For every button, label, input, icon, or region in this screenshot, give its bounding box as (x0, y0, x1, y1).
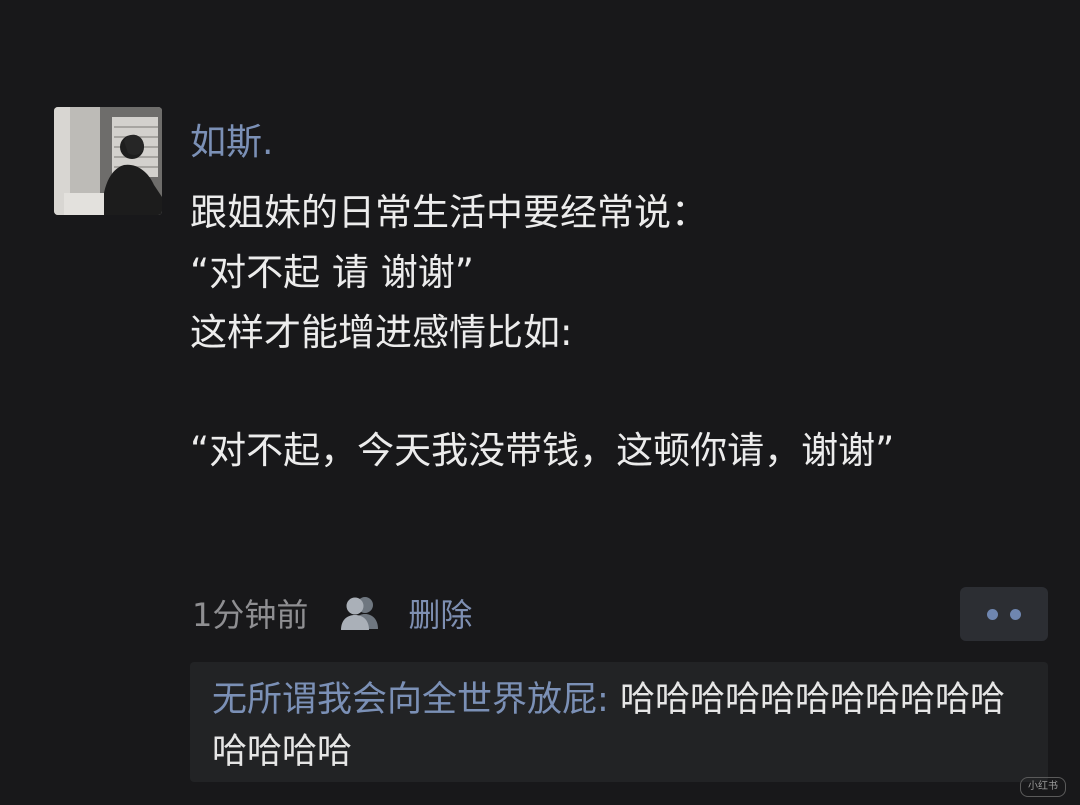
avatar-photo (54, 107, 162, 215)
content-blank-line (190, 363, 1020, 421)
post-meta: 1分钟前 删除 (192, 588, 472, 638)
post-time: 1分钟前 (192, 596, 309, 634)
post-content: 跟姐妹的日常生活中要经常说： “对不起 请 谢谢” 这样才能增进感情比如: “对… (190, 183, 1020, 481)
avatar[interactable] (54, 107, 162, 215)
commenter-separator: : (597, 680, 620, 720)
commenter-name[interactable]: 无所谓我会向全世界放屁 (212, 680, 597, 720)
content-line: 跟姐妹的日常生活中要经常说： (190, 191, 708, 234)
author-name[interactable]: 如斯. (190, 118, 273, 168)
comment-item[interactable]: 无所谓我会向全世界放屁: 哈哈哈哈哈哈哈哈哈哈哈哈哈哈哈 (212, 674, 1012, 778)
delete-link[interactable]: 删除 (408, 590, 472, 636)
content-line: “对不起 请 谢谢” (190, 251, 474, 294)
watermark-label: 小红书 (1020, 777, 1066, 797)
more-dots-icon (987, 608, 998, 620)
people-icon[interactable] (338, 593, 382, 633)
content-line: “对不起，今天我没带钱，这顿你请，谢谢” (190, 429, 895, 472)
content-line: 这样才能增进感情比如: (190, 311, 573, 354)
comment-area: 无所谓我会向全世界放屁: 哈哈哈哈哈哈哈哈哈哈哈哈哈哈哈 (190, 662, 1048, 782)
moment-post: 如斯. 跟姐妹的日常生活中要经常说： “对不起 请 谢谢” 这样才能增进感情比如… (0, 0, 1080, 805)
more-options-button[interactable] (960, 587, 1048, 641)
more-dots-icon (1010, 608, 1021, 620)
